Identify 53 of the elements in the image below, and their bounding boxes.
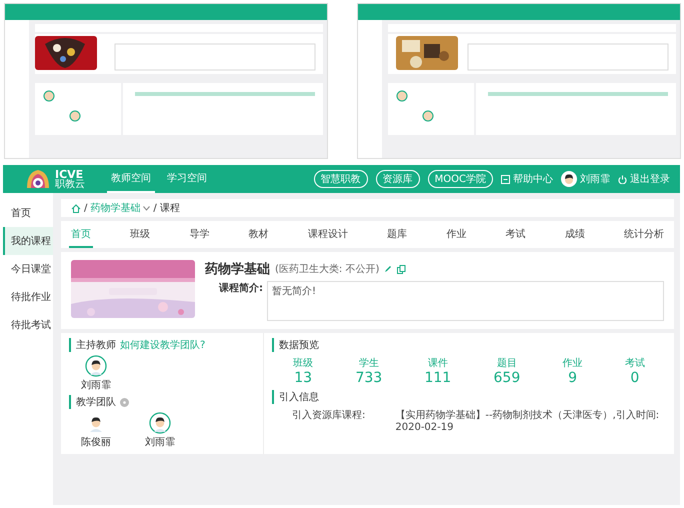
stat-value: 733 bbox=[355, 370, 382, 386]
tab[interactable]: 导学 bbox=[187, 221, 212, 248]
stat-label: 考试 bbox=[624, 356, 645, 370]
intro-field[interactable]: 暂无简介! bbox=[267, 281, 664, 321]
course-meta: (医药卫生大类: 不公开) bbox=[275, 262, 380, 276]
breadcrumb-separator: / bbox=[153, 202, 157, 214]
tab[interactable]: 考试 bbox=[504, 221, 528, 248]
section-title: 数据预览 bbox=[279, 339, 319, 352]
tab[interactable]: 成绩 bbox=[562, 221, 587, 248]
copy-icon[interactable] bbox=[397, 264, 406, 274]
help-icon[interactable] bbox=[120, 398, 129, 406]
course-title: 药物学基础 bbox=[205, 261, 270, 278]
stat-value: 111 bbox=[424, 370, 452, 386]
stat-label: 课件 bbox=[428, 357, 448, 370]
help-icon bbox=[501, 174, 510, 184]
stat-value: 9 bbox=[568, 370, 577, 386]
avatar-icon bbox=[561, 171, 577, 187]
sidebar-item[interactable]: 待批作业 bbox=[3, 283, 53, 311]
sidebar-item[interactable]: 首页 bbox=[3, 199, 53, 227]
teacher-name: 刘雨霏 bbox=[81, 378, 111, 392]
intro-label: 课程简介: bbox=[219, 282, 263, 296]
stat-value: 659 bbox=[494, 370, 520, 386]
caret-icon[interactable] bbox=[143, 206, 150, 210]
stat-label: 班级 bbox=[293, 356, 314, 370]
logo-subtitle: 职教云 bbox=[55, 180, 85, 190]
tab[interactable]: 教材 bbox=[246, 221, 271, 248]
stat-label: 题目 bbox=[496, 357, 517, 370]
stat-value: 0 bbox=[630, 370, 640, 386]
section-title: 主持教师 bbox=[76, 338, 116, 352]
edit-icon[interactable] bbox=[384, 265, 392, 273]
section-title: 教学团队 bbox=[76, 396, 116, 409]
stat-value: 13 bbox=[294, 370, 312, 386]
sidebar-item[interactable]: 我的课程 bbox=[3, 227, 53, 255]
tab[interactable]: 统计分析 bbox=[622, 221, 666, 248]
home-icon[interactable] bbox=[71, 204, 81, 212]
breadcrumb-current: 课程 bbox=[160, 202, 180, 215]
breadcrumb-separator: / bbox=[84, 202, 88, 214]
import-info: 【实用药物学基础】--药物制剂技术（天津医专）,引入时间: 2020-02-19 bbox=[395, 408, 660, 433]
tab[interactable]: 题库 bbox=[385, 221, 410, 248]
teacher-name: 陈俊丽 bbox=[81, 436, 111, 449]
stat-label: 学生 bbox=[358, 356, 379, 370]
logo-icon bbox=[25, 168, 51, 190]
section-title: 引入信息 bbox=[279, 390, 319, 404]
import-label: 引入资源库课程: bbox=[292, 408, 366, 423]
power-icon bbox=[618, 174, 627, 184]
sidebar-item[interactable]: 今日课堂 bbox=[3, 255, 53, 283]
tab[interactable]: 班级 bbox=[128, 221, 152, 248]
tab[interactable]: 作业 bbox=[444, 221, 468, 248]
logo-text: ICVE bbox=[55, 168, 84, 180]
stat-label: 作业 bbox=[562, 356, 583, 370]
tab[interactable]: 课程设计 bbox=[306, 221, 350, 248]
teacher-name: 刘雨霏 bbox=[145, 436, 175, 449]
sidebar-item[interactable]: 待批考试 bbox=[3, 311, 53, 339]
